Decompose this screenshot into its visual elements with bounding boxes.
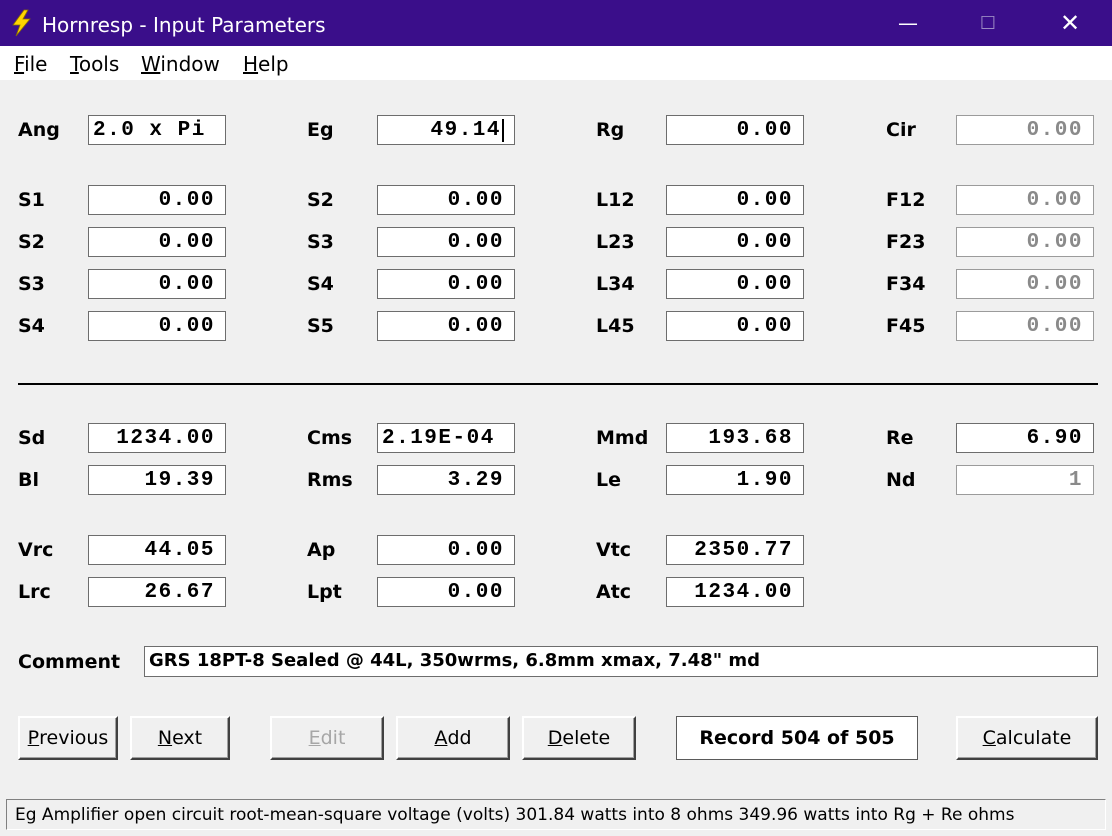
f34-label: F34 [886,273,926,295]
sd-field[interactable]: 1234.00 [88,423,226,453]
section-divider [18,383,1098,385]
cir-label: Cir [886,119,916,141]
previous-button[interactable]: Previous [18,716,118,760]
bl-field[interactable]: 19.39 [88,465,226,495]
status-bar: Eg Amplifier open circuit root-mean-squa… [0,798,1112,836]
eg-label: Eg [307,119,334,141]
f45-field: 0.00 [956,311,1094,341]
s3-second-label: S3 [307,231,334,253]
s2-second-label: S2 [307,189,334,211]
le-field[interactable]: 1.90 [666,465,804,495]
mmd-label: Mmd [596,427,649,449]
f23-field: 0.00 [956,227,1094,257]
s2-field[interactable]: 0.00 [88,227,226,257]
window-title: Hornresp - Input Parameters [42,13,326,37]
l34-field[interactable]: 0.00 [666,269,804,299]
vtc-field[interactable]: 2350.77 [666,535,804,565]
minimize-button[interactable]: — [868,0,948,46]
calculate-button[interactable]: Calculate [956,716,1098,760]
add-button[interactable]: Add [396,716,510,760]
s4-second-field[interactable]: 0.00 [377,269,515,299]
next-button[interactable]: Next [130,716,230,760]
close-button[interactable]: ✕ [1030,0,1110,46]
s3-label: S3 [18,273,45,295]
eg-value: 49.14 [430,119,504,142]
cms-label: Cms [307,427,353,449]
vrc-field[interactable]: 44.05 [88,535,226,565]
title-bar: Hornresp - Input Parameters — ☐ ✕ [0,0,1112,46]
bl-label: Bl [18,469,39,491]
lrc-field[interactable]: 26.67 [88,577,226,607]
rms-label: Rms [307,469,353,491]
minimize-icon: — [898,11,918,35]
s1-field[interactable]: 0.00 [88,185,226,215]
s4-field[interactable]: 0.00 [88,311,226,341]
s2-label: S2 [18,231,45,253]
l23-label: L23 [596,231,635,253]
comment-field[interactable]: GRS 18PT-8 Sealed @ 44L, 350wrms, 6.8mm … [144,646,1098,677]
l45-label: L45 [596,315,635,337]
s2-second-field[interactable]: 0.00 [377,185,515,215]
eg-field[interactable]: 49.14 [377,115,515,145]
rg-label: Rg [596,119,625,141]
ap-field[interactable]: 0.00 [377,535,515,565]
menu-bar: File Tools Window Help [0,46,1112,80]
maximize-icon: ☐ [979,12,997,34]
l34-label: L34 [596,273,635,295]
menu-file[interactable]: File [14,52,47,76]
cir-field: 0.00 [956,115,1094,145]
input-parameters-panel: Ang 2.0 x Pi Eg 49.14 Rg 0.00 Cir 0.00 S… [0,80,1112,798]
comment-label: Comment [18,651,121,673]
lrc-label: Lrc [18,581,51,603]
menu-help[interactable]: Help [243,52,289,76]
s1-label: S1 [18,189,45,211]
rg-field[interactable]: 0.00 [666,115,804,145]
vrc-label: Vrc [18,539,54,561]
cms-field[interactable]: 2.19E-04 [377,423,515,453]
atc-label: Atc [596,581,632,603]
record-indicator: Record 504 of 505 [676,716,918,760]
lpt-label: Lpt [307,581,342,603]
ang-label: Ang [18,119,60,141]
re-field[interactable]: 6.90 [956,423,1094,453]
maximize-button[interactable]: ☐ [948,0,1028,46]
l12-field[interactable]: 0.00 [666,185,804,215]
rms-field[interactable]: 3.29 [377,465,515,495]
le-label: Le [596,469,621,491]
atc-field[interactable]: 1234.00 [666,577,804,607]
lpt-field[interactable]: 0.00 [377,577,515,607]
f45-label: F45 [886,315,926,337]
f34-field: 0.00 [956,269,1094,299]
menu-tools[interactable]: Tools [70,52,119,76]
ap-label: Ap [307,539,336,561]
s5-label: S5 [307,315,334,337]
l45-field[interactable]: 0.00 [666,311,804,341]
s5-field[interactable]: 0.00 [377,311,515,341]
nd-label: Nd [886,469,916,491]
s3-field[interactable]: 0.00 [88,269,226,299]
f12-label: F12 [886,189,926,211]
l23-field[interactable]: 0.00 [666,227,804,257]
s3-second-field[interactable]: 0.00 [377,227,515,257]
l12-label: L12 [596,189,635,211]
sd-label: Sd [18,427,46,449]
edit-button: Edit [270,716,384,760]
menu-window[interactable]: Window [141,52,220,76]
close-icon: ✕ [1059,9,1081,37]
s4-second-label: S4 [307,273,334,295]
f23-label: F23 [886,231,926,253]
vtc-label: Vtc [596,539,632,561]
mmd-field[interactable]: 193.68 [666,423,804,453]
status-text: Eg Amplifier open circuit root-mean-squa… [6,799,1106,830]
re-label: Re [886,427,914,449]
delete-button[interactable]: Delete [522,716,636,760]
nd-field: 1 [956,465,1094,495]
s4-label: S4 [18,315,45,337]
ang-field[interactable]: 2.0 x Pi [88,115,226,145]
f12-field: 0.00 [956,185,1094,215]
lightning-bolt-icon [12,9,31,37]
